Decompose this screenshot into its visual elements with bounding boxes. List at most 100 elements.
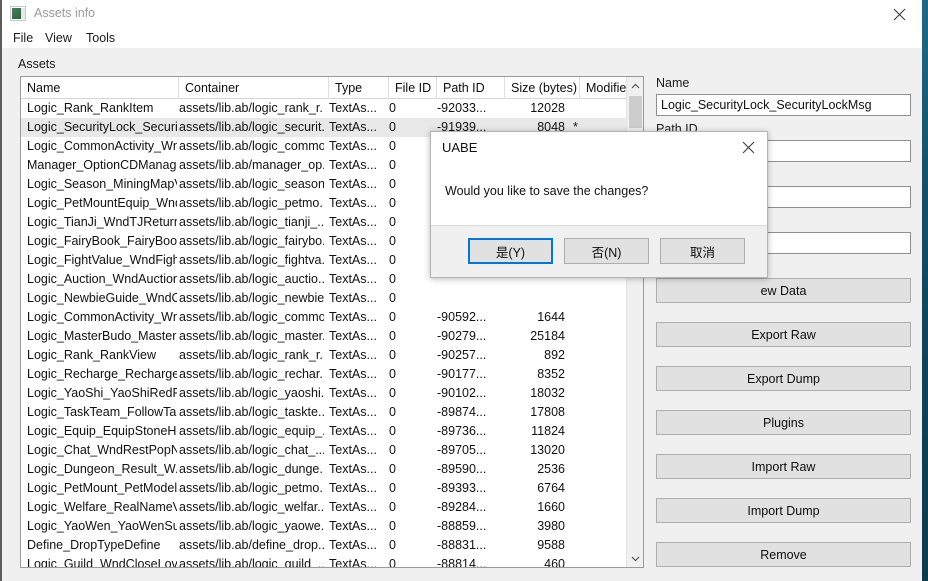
table-cell-type: TextAs...	[329, 481, 377, 495]
table-cell-container: assets/lib.ab/logic_newbie...	[179, 291, 324, 305]
menu-item-file[interactable]: File	[8, 28, 38, 48]
table-cell-modified	[573, 498, 613, 517]
table-cell-type: TextAs...	[329, 196, 377, 210]
column-header-file-id[interactable]: File ID	[389, 77, 437, 99]
table-cell-file-id: 0	[389, 234, 396, 248]
table-cell-file-id: 0	[389, 424, 396, 438]
column-header-type[interactable]: Type	[329, 77, 389, 99]
table-row[interactable]: Logic_YaoShi_YaoShiRedP... assets/lib.ab/…	[21, 384, 628, 403]
table-cell-path-id: -89393...	[437, 481, 487, 495]
table-cell-path-id: -90177...	[437, 367, 487, 381]
table-cell-container: assets/lib.ab/logic_tianji_...	[179, 215, 324, 229]
table-cell-file-id: 0	[389, 310, 396, 324]
table-cell-type: TextAs...	[329, 215, 377, 229]
table-cell-path-id: -92033...	[437, 101, 487, 115]
table-cell-container: assets/lib.ab/logic_rank_r...	[179, 101, 324, 115]
table-row[interactable]: Logic_CommonActivity_Wn... assets/lib.ab/…	[21, 308, 628, 327]
import-dump-button[interactable]: Import Dump	[656, 498, 911, 523]
table-cell-path-id: -88831...	[437, 538, 487, 552]
table-row[interactable]: Logic_Chat_WndRestPopN... assets/lib.ab/l…	[21, 441, 628, 460]
table-cell-size: 8352	[537, 367, 565, 381]
column-header-modified[interactable]: Modified	[580, 77, 628, 99]
menu-bar: File View Tools	[2, 28, 922, 48]
table-cell-name: Logic_CommonActivity_Wn...	[27, 310, 177, 324]
table-row[interactable]: Define_DropTypeDefine assets/lib.ab/defin…	[21, 536, 628, 555]
table-cell-container: assets/lib.ab/logic_guild_...	[179, 557, 324, 568]
plugins-button[interactable]: Plugins	[656, 410, 911, 435]
table-cell-type: TextAs...	[329, 101, 377, 115]
table-cell-path-id: -89705...	[437, 443, 487, 457]
desktop-strip	[922, 0, 928, 581]
dialog-close-icon[interactable]	[731, 134, 765, 160]
table-cell-name: Logic_TaskTeam_FollowTa...	[27, 405, 177, 419]
column-header-container[interactable]: Container	[179, 77, 329, 99]
table-cell-type: TextAs...	[329, 329, 377, 343]
table-cell-modified	[573, 99, 613, 118]
column-header-size[interactable]: Size (bytes)	[505, 77, 580, 99]
table-row[interactable]: Logic_Welfare_RealNameVi...assets/lib.ab…	[21, 498, 628, 517]
table-cell-type: TextAs...	[329, 500, 377, 514]
table-row[interactable]: Logic_Rank_RankView assets/lib.ab/logic_r…	[21, 346, 628, 365]
table-cell-file-id: 0	[389, 139, 396, 153]
table-row[interactable]: Logic_TaskTeam_FollowTa... assets/lib.ab/…	[21, 403, 628, 422]
assets-info-window: Assets info File View Tools Assets Name …	[0, 0, 928, 581]
table-cell-modified	[573, 517, 613, 536]
table-cell-modified	[573, 384, 613, 403]
table-cell-modified	[573, 555, 613, 567]
dialog-cancel-button[interactable]: 取消	[660, 238, 745, 264]
table-row[interactable]: Logic_Recharge_Recharge... assets/lib.ab/…	[21, 365, 628, 384]
table-cell-file-id: 0	[389, 177, 396, 191]
table-cell-modified	[573, 479, 613, 498]
export-raw-button[interactable]: Export Raw	[656, 322, 911, 347]
table-row[interactable]: Logic_YaoWen_YaoWenSui... assets/lib.ab/l…	[21, 517, 628, 536]
import-raw-button[interactable]: Import Raw	[656, 454, 911, 479]
table-cell-size: 13020	[530, 443, 565, 457]
close-icon[interactable]	[876, 0, 922, 28]
chevron-down-glyph	[631, 556, 640, 561]
table-cell-name: Logic_SecurityLock_Securit...	[27, 120, 177, 134]
menu-item-tools[interactable]: Tools	[81, 28, 120, 48]
table-cell-path-id: -89736...	[437, 424, 487, 438]
scrollbar-thumb[interactable]	[629, 96, 642, 128]
table-cell-name: Logic_FightValue_WndFigh...	[27, 253, 177, 267]
scroll-up-icon[interactable]	[627, 77, 643, 94]
table-cell-size: 11824	[531, 424, 565, 438]
dialog-no-button[interactable]: 否(N)	[564, 238, 649, 264]
table-cell-size: 25184	[530, 329, 565, 343]
scroll-down-icon[interactable]	[627, 550, 643, 567]
table-cell-name: Logic_Auction_WndAuction...	[27, 272, 177, 286]
table-row[interactable]: Logic_Equip_EquipStoneHe...assets/lib.ab…	[21, 422, 628, 441]
table-row[interactable]: Logic_PetMount_PetModel assets/lib.ab/log…	[21, 479, 628, 498]
table-cell-file-id: 0	[389, 215, 396, 229]
remove-button[interactable]: Remove	[656, 542, 911, 567]
table-cell-file-id: 0	[389, 367, 396, 381]
table-cell-size: 3980	[537, 519, 565, 533]
export-dump-button[interactable]: Export Dump	[656, 366, 911, 391]
detail-name-field[interactable]: Logic_SecurityLock_SecurityLockMsg	[656, 94, 911, 116]
table-cell-name: Define_DropTypeDefine	[27, 538, 161, 552]
column-header-name[interactable]: Name	[21, 77, 179, 99]
table-row[interactable]: Logic_Guild_WndCloseLover assets/lib.ab/l…	[21, 555, 628, 568]
table-cell-size: 1644	[537, 310, 565, 324]
table-cell-container: assets/lib.ab/logic_season...	[179, 177, 324, 191]
table-row[interactable]: Logic_Dungeon_Result_W... assets/lib.ab/l…	[21, 460, 628, 479]
table-cell-type: TextAs...	[329, 367, 377, 381]
menu-item-view[interactable]: View	[40, 28, 77, 48]
table-cell-container: assets/lib.ab/logic_fairybo...	[179, 234, 324, 248]
table-cell-file-id: 0	[389, 386, 396, 400]
view-data-button[interactable]: ew Data	[656, 278, 911, 303]
table-cell-path-id: -88814...	[437, 557, 487, 568]
window-title: Assets info	[34, 6, 96, 20]
table-row[interactable]: Logic_MasterBudo_Master... assets/lib.ab/…	[21, 327, 628, 346]
table-row[interactable]: Logic_Rank_RankItem assets/lib.ab/logic_r…	[21, 99, 628, 118]
table-row[interactable]: Logic_NewbieGuide_WndO... assets/lib.ab/l…	[21, 289, 628, 308]
table-cell-size: 17808	[530, 405, 565, 419]
dialog-yes-button[interactable]: 是(Y)	[468, 238, 553, 264]
table-cell-size	[497, 289, 565, 308]
table-cell-container: assets/lib.ab/logic_securit...	[179, 120, 324, 134]
table-cell-container: assets/lib.ab/logic_yaowe...	[179, 519, 324, 533]
column-header-path-id[interactable]: Path ID	[437, 77, 505, 99]
table-cell-size: 892	[544, 348, 565, 362]
table-cell-path-id: -90102...	[437, 386, 487, 400]
table-cell-container: assets/lib.ab/logic_auctio...	[179, 272, 324, 286]
